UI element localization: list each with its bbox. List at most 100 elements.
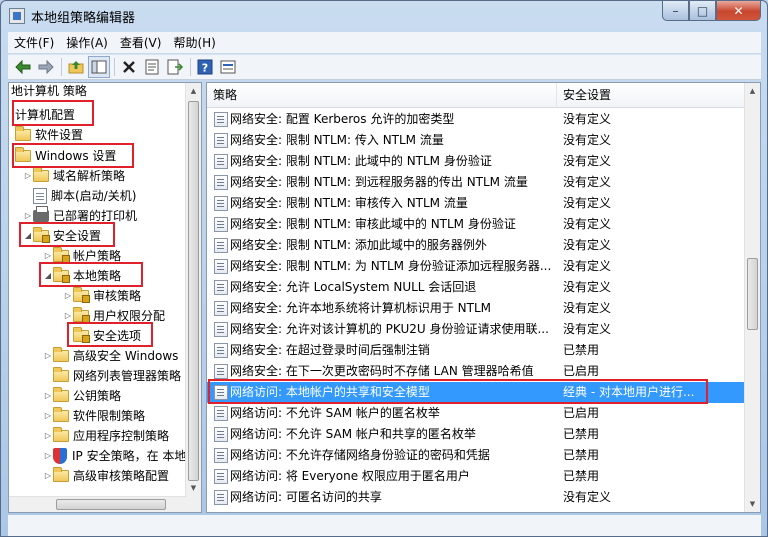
back-arrow-icon[interactable] <box>12 56 34 78</box>
tree-item-scripts[interactable]: 脚本(启动/关机) <box>33 186 136 206</box>
help-icon[interactable]: ? <box>194 56 216 78</box>
menu-bar: 文件(F) 操作(A) 查看(V) 帮助(H) <box>8 32 761 53</box>
expand-arrow-icon[interactable]: ▷ <box>23 166 33 186</box>
maximize-button[interactable]: □ <box>689 1 716 21</box>
table-row[interactable]: 网络安全: 配置 Kerberos 允许的加密类型 没有定义 <box>207 109 745 130</box>
tree-item-audit-policy[interactable]: ▷ 审核策略 <box>63 286 141 306</box>
tree-item-ip-security[interactable]: ▷ IP 安全策略，在 本地 <box>43 446 186 466</box>
highlight-box <box>19 222 115 247</box>
policy-name: 网络访问: 不允许 SAM 帐户的匿名枚举 <box>230 406 440 420</box>
properties-icon[interactable] <box>141 56 163 78</box>
title-bar[interactable]: 本地组策略编辑器 – □ ✕ <box>1 1 767 31</box>
policy-name: 网络安全: 允许对该计算机的 PKU2U 身份验证请求使用联... <box>230 322 549 336</box>
table-row[interactable]: 网络安全: 限制 NTLM: 审核传入 NTLM 流量 没有定义 <box>207 193 745 214</box>
policy-setting: 没有定义 <box>563 112 612 126</box>
expand-arrow-icon[interactable]: ▷ <box>63 286 73 306</box>
minimize-button[interactable]: – <box>662 1 689 21</box>
policy-icon <box>214 133 228 148</box>
scrollbar-thumb[interactable] <box>188 101 199 481</box>
tree-item-network-list[interactable]: 网络列表管理器策略 <box>53 366 181 386</box>
expand-arrow-icon[interactable]: ▷ <box>43 346 53 366</box>
policy-setting: 没有定义 <box>563 490 612 504</box>
tree-item-software-restriction[interactable]: ▷ 软件限制策略 <box>43 406 145 426</box>
menu-view[interactable]: 查看(V) <box>114 34 168 51</box>
policy-list-pane[interactable]: 策略 安全设置 网络安全: 配置 Kerberos 允许的加密类型 没有定义 网… <box>206 82 761 513</box>
table-row[interactable]: 网络安全: 限制 NTLM: 添加此域中的服务器例外 没有定义 <box>207 235 745 256</box>
policy-name: 网络安全: 限制 NTLM: 审核传入 NTLM 流量 <box>230 196 468 210</box>
policy-name: 网络安全: 允许本地系统将计算机标识用于 NTLM <box>230 301 492 315</box>
delete-icon[interactable] <box>118 56 140 78</box>
tree-item-label: 网络列表管理器策略 <box>73 369 182 383</box>
table-row[interactable]: 网络安全: 限制 NTLM: 审核此域中的 NTLM 身份验证 没有定义 <box>207 214 745 235</box>
expand-arrow-icon[interactable]: ▷ <box>43 406 53 426</box>
policy-setting: 没有定义 <box>563 301 612 315</box>
tree-item-software-settings[interactable]: 软件设置 <box>15 125 83 145</box>
table-row[interactable]: 网络安全: 限制 NTLM: 此域中的 NTLM 身份验证 没有定义 <box>207 151 745 172</box>
menu-help[interactable]: 帮助(H) <box>167 34 221 51</box>
tree-item-advanced-audit[interactable]: ▷ 高级审核策略配置 <box>43 466 169 486</box>
policy-setting: 没有定义 <box>563 322 612 336</box>
table-row[interactable]: 网络访问: 不允许 SAM 帐户和共享的匿名枚举 已禁用 <box>207 424 745 445</box>
policy-setting: 已禁用 <box>563 448 600 462</box>
expand-arrow-icon[interactable]: ▷ <box>43 466 53 486</box>
table-row[interactable]: 网络安全: 允许对该计算机的 PKU2U 身份验证请求使用联... 没有定义 <box>207 319 745 340</box>
show-tree-icon[interactable] <box>88 56 110 78</box>
tree-item-advanced-firewall[interactable]: ▷ 高级安全 Windows <box>43 346 178 366</box>
folder-icon <box>53 407 69 422</box>
tree-item-label: 高级安全 Windows <box>73 349 179 363</box>
policy-name: 网络安全: 在超过登录时间后强制注销 <box>230 343 430 357</box>
table-row[interactable]: 网络安全: 限制 NTLM: 到远程服务器的传出 NTLM 流量 没有定义 <box>207 172 745 193</box>
expand-arrow-icon[interactable]: ▷ <box>43 426 53 446</box>
scrollbar-thumb[interactable] <box>56 499 166 510</box>
folder-icon <box>53 367 69 382</box>
policy-icon <box>214 112 228 127</box>
up-folder-icon[interactable] <box>65 56 87 78</box>
ip-security-icon <box>53 448 67 464</box>
menu-action[interactable]: 操作(A) <box>60 34 114 51</box>
scroll-up-arrow-icon[interactable]: ▲ <box>186 83 201 99</box>
gpedit-app-icon[interactable] <box>9 8 25 24</box>
scroll-down-arrow-icon[interactable]: ▼ <box>186 480 201 496</box>
security-folder-icon <box>73 287 90 303</box>
list-vertical-scrollbar[interactable]: ▲ ▼ <box>744 83 760 512</box>
table-row[interactable]: 网络安全: 在超过登录时间后强制注销 已禁用 <box>207 340 745 361</box>
policy-name: 网络安全: 限制 NTLM: 到远程服务器的传出 NTLM 流量 <box>230 175 528 189</box>
script-icon <box>33 188 47 204</box>
tree-item-label: 域名解析策略 <box>53 169 126 183</box>
table-row[interactable]: 网络访问: 将 Everyone 权限应用于匿名用户 已禁用 <box>207 466 745 487</box>
table-row[interactable]: 网络安全: 限制 NTLM: 传入 NTLM 流量 没有定义 <box>207 130 745 151</box>
svg-text:?: ? <box>202 62 208 75</box>
policy-icon <box>214 448 228 463</box>
scroll-down-arrow-icon[interactable]: ▼ <box>745 496 760 512</box>
table-row[interactable]: 网络访问: 可匿名访问的共享 没有定义 <box>207 487 745 508</box>
export-icon[interactable] <box>164 56 186 78</box>
column-header-policy[interactable]: 策略 <box>207 83 557 108</box>
table-row[interactable]: 网络安全: 允许 LocalSystem NULL 会话回退 没有定义 <box>207 277 745 298</box>
close-button[interactable]: ✕ <box>716 1 761 21</box>
tree-item-app-control[interactable]: ▷ 应用程序控制策略 <box>43 426 169 446</box>
policy-name: 网络访问: 将 Everyone 权限应用于匿名用户 <box>230 469 470 483</box>
scrollbar-thumb[interactable] <box>747 258 758 330</box>
folder-icon <box>15 126 31 141</box>
scroll-up-arrow-icon[interactable]: ▲ <box>745 83 760 99</box>
table-row[interactable]: 网络访问: 不允许 SAM 帐户的匿名枚举 已启用 <box>207 403 745 424</box>
tree-pane[interactable]: 地计算机 策略 计算机配置 软件设置 Windows 设置 ▷ 域名解析策略 脚… <box>8 82 202 513</box>
expand-arrow-icon[interactable]: ▷ <box>43 386 53 406</box>
tree-item-public-key[interactable]: ▷ 公钥策略 <box>43 386 121 406</box>
view-icon[interactable] <box>217 56 239 78</box>
expand-arrow-icon[interactable]: ▷ <box>43 446 53 466</box>
policy-icon <box>214 301 228 316</box>
policy-icon <box>214 343 228 358</box>
table-row[interactable]: 网络安全: 允许本地系统将计算机标识用于 NTLM 没有定义 <box>207 298 745 319</box>
security-folder-icon <box>53 247 70 263</box>
table-row[interactable]: 网络访问: 不允许存储网络身份验证的密码和凭据 已禁用 <box>207 445 745 466</box>
column-header-setting[interactable]: 安全设置 <box>557 83 745 108</box>
table-row[interactable]: 网络安全: 限制 NTLM: 为 NTLM 身份验证添加远程服务器... 没有定… <box>207 256 745 277</box>
tree-horizontal-scrollbar[interactable] <box>9 496 187 512</box>
policy-name: 网络安全: 限制 NTLM: 审核此域中的 NTLM 身份验证 <box>230 217 516 231</box>
forward-arrow-icon[interactable] <box>35 56 57 78</box>
menu-file[interactable]: 文件(F) <box>8 34 60 51</box>
tree-root[interactable]: 地计算机 策略 <box>11 83 87 101</box>
tree-item-name-resolution[interactable]: ▷ 域名解析策略 <box>23 166 125 186</box>
tree-vertical-scrollbar[interactable]: ▲ ▼ <box>185 83 201 512</box>
